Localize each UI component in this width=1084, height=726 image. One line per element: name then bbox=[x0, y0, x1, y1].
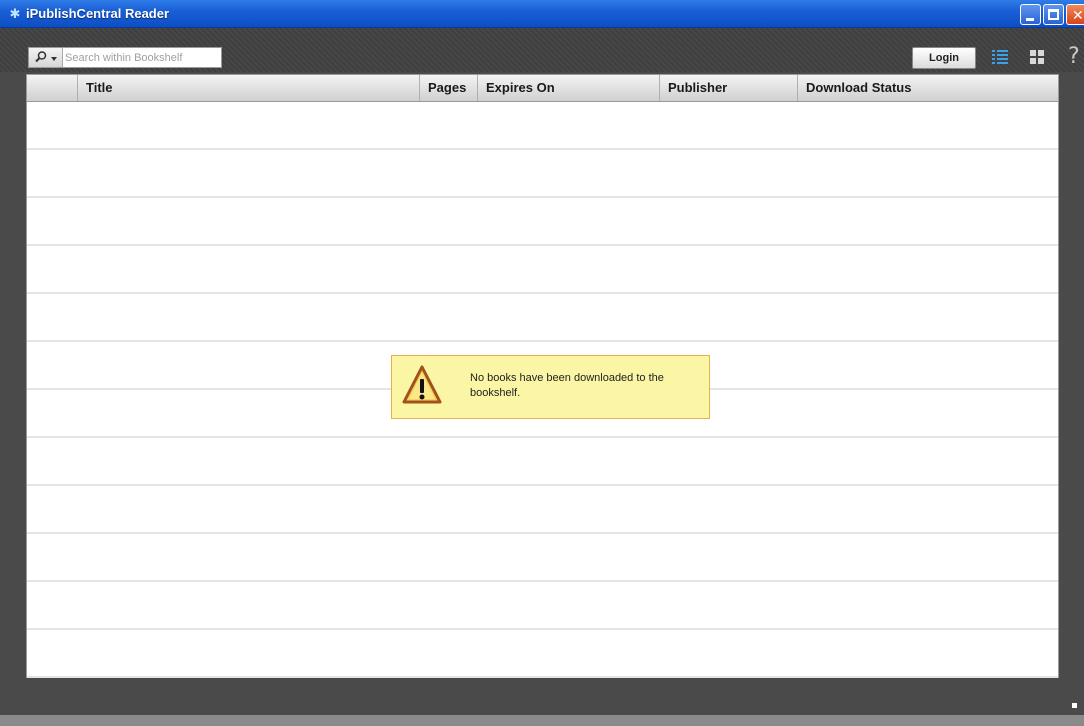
table-row bbox=[27, 582, 1058, 630]
table-row bbox=[27, 294, 1058, 342]
toolbar: Login ? bbox=[0, 28, 1084, 72]
table-row bbox=[27, 198, 1058, 246]
search-icon bbox=[35, 51, 47, 63]
table-row bbox=[27, 102, 1058, 150]
table-row bbox=[27, 534, 1058, 582]
table-row bbox=[27, 150, 1058, 198]
table-row bbox=[27, 246, 1058, 294]
window-title: iPublishCentral Reader bbox=[26, 6, 170, 21]
title-bar: ✱ iPublishCentral Reader ✕ bbox=[0, 0, 1084, 28]
list-view-icon[interactable] bbox=[992, 49, 1008, 65]
warning-icon bbox=[402, 365, 442, 404]
grid-view-icon[interactable] bbox=[1030, 50, 1044, 64]
chevron-down-icon bbox=[51, 57, 57, 61]
login-button[interactable]: Login bbox=[912, 47, 976, 69]
table-header: Title Pages Expires On Publisher Downloa… bbox=[27, 75, 1058, 102]
column-header-expires-on[interactable]: Expires On bbox=[477, 75, 659, 101]
close-icon: ✕ bbox=[1072, 7, 1084, 23]
maximize-button[interactable] bbox=[1043, 4, 1064, 25]
table-row bbox=[27, 630, 1058, 678]
empty-bookshelf-message: No books have been downloaded to the boo… bbox=[391, 355, 710, 419]
search-box bbox=[28, 47, 222, 68]
table-row bbox=[27, 486, 1058, 534]
column-header-download-status[interactable]: Download Status bbox=[797, 75, 1060, 101]
search-input[interactable] bbox=[65, 49, 217, 66]
column-header-select[interactable] bbox=[27, 75, 77, 101]
message-text: No books have been downloaded to the boo… bbox=[470, 372, 664, 399]
column-header-publisher[interactable]: Publisher bbox=[659, 75, 797, 101]
minimize-button[interactable] bbox=[1020, 4, 1041, 25]
resize-handle[interactable] bbox=[1072, 703, 1077, 708]
app-icon: ✱ bbox=[9, 6, 21, 21]
minimize-icon bbox=[1026, 18, 1034, 21]
column-header-title[interactable]: Title bbox=[77, 75, 419, 101]
search-options-button[interactable] bbox=[29, 48, 63, 67]
status-bar bbox=[0, 715, 1084, 726]
maximize-icon bbox=[1048, 9, 1059, 20]
column-header-pages[interactable]: Pages bbox=[419, 75, 477, 101]
table-row bbox=[27, 438, 1058, 486]
close-button[interactable]: ✕ bbox=[1066, 4, 1084, 25]
help-icon[interactable]: ? bbox=[1068, 44, 1080, 69]
